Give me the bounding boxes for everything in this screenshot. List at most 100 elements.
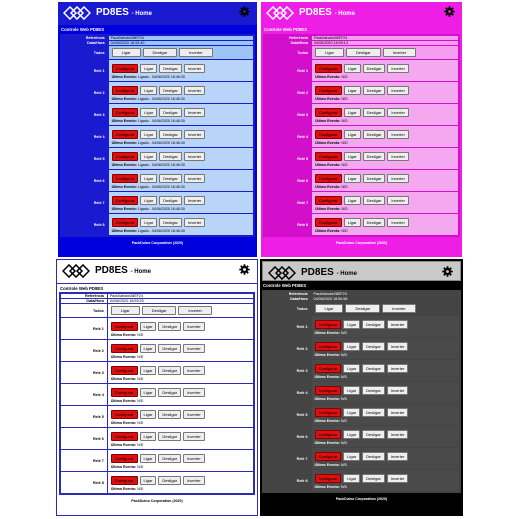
ligar-button[interactable]: Ligar bbox=[139, 409, 157, 419]
configurar-button[interactable]: Configurar bbox=[110, 453, 138, 463]
ligar-button[interactable]: Ligar bbox=[343, 63, 361, 73]
ligar-button[interactable]: Ligar bbox=[343, 107, 361, 117]
desligar-button[interactable]: Desligar bbox=[362, 407, 385, 417]
configurar-button[interactable]: Configurar bbox=[314, 319, 342, 329]
configurar-button[interactable]: Configurar bbox=[315, 151, 342, 161]
configurar-button[interactable]: Configurar bbox=[111, 129, 139, 139]
desligar-button[interactable]: Desligar bbox=[362, 173, 386, 183]
configurar-button[interactable]: Configurar bbox=[110, 387, 138, 397]
inverter-button[interactable]: Inverter bbox=[386, 341, 409, 351]
inverter-button[interactable]: Inverter bbox=[183, 85, 206, 95]
inverter-button[interactable]: Inverter bbox=[387, 129, 409, 139]
configurar-button[interactable]: Configurar bbox=[111, 85, 139, 95]
ligar-button[interactable]: Ligar bbox=[140, 129, 158, 139]
desligar-button[interactable]: Desligar bbox=[362, 385, 385, 395]
todos-ligar-button[interactable]: Ligar bbox=[111, 48, 141, 57]
inverter-button[interactable]: Inverter bbox=[387, 217, 409, 227]
todos-inverter-button[interactable]: Inverter bbox=[382, 48, 417, 57]
configurar-button[interactable]: Configurar bbox=[110, 475, 138, 485]
ligar-button[interactable]: Ligar bbox=[343, 341, 361, 351]
inverter-button[interactable]: Inverter bbox=[183, 343, 205, 353]
todos-ligar-button[interactable]: Ligar bbox=[110, 306, 140, 315]
inverter-button[interactable]: Inverter bbox=[183, 173, 206, 183]
configurar-button[interactable]: Configurar bbox=[314, 341, 342, 351]
configurar-button[interactable]: Configurar bbox=[110, 431, 138, 441]
todos-desligar-button[interactable]: Desligar bbox=[345, 304, 381, 313]
desligar-button[interactable]: Desligar bbox=[158, 409, 182, 419]
configurar-button[interactable]: Configurar bbox=[111, 195, 139, 205]
inverter-button[interactable]: Inverter bbox=[183, 365, 205, 375]
configurar-button[interactable]: Configurar bbox=[111, 217, 139, 227]
desligar-button[interactable]: Desligar bbox=[362, 217, 386, 227]
inverter-button[interactable]: Inverter bbox=[183, 129, 206, 139]
desligar-button[interactable]: Desligar bbox=[158, 431, 182, 441]
desligar-button[interactable]: Desligar bbox=[362, 85, 386, 95]
ligar-button[interactable]: Ligar bbox=[140, 151, 158, 161]
configurar-button[interactable]: Configurar bbox=[314, 363, 342, 373]
inverter-button[interactable]: Inverter bbox=[183, 195, 206, 205]
ligar-button[interactable]: Ligar bbox=[343, 363, 361, 373]
inverter-button[interactable]: Inverter bbox=[386, 319, 409, 329]
ligar-button[interactable]: Ligar bbox=[343, 319, 361, 329]
desligar-button[interactable]: Desligar bbox=[159, 85, 182, 95]
configurar-button[interactable]: Configurar bbox=[314, 451, 342, 461]
configurar-button[interactable]: Configurar bbox=[315, 195, 342, 205]
inverter-button[interactable]: Inverter bbox=[183, 151, 206, 161]
ligar-button[interactable]: Ligar bbox=[140, 173, 158, 183]
todos-ligar-button[interactable]: Ligar bbox=[315, 48, 344, 57]
configurar-button[interactable]: Configurar bbox=[110, 409, 138, 419]
ligar-button[interactable]: Ligar bbox=[139, 453, 157, 463]
inverter-button[interactable]: Inverter bbox=[386, 451, 409, 461]
configurar-button[interactable]: Configurar bbox=[111, 107, 139, 117]
inverter-button[interactable]: Inverter bbox=[387, 63, 409, 73]
desligar-button[interactable]: Desligar bbox=[362, 107, 386, 117]
inverter-button[interactable]: Inverter bbox=[386, 473, 409, 483]
ligar-button[interactable]: Ligar bbox=[140, 85, 158, 95]
inverter-button[interactable]: Inverter bbox=[387, 173, 409, 183]
desligar-button[interactable]: Desligar bbox=[158, 343, 182, 353]
inverter-button[interactable]: Inverter bbox=[183, 453, 205, 463]
ligar-button[interactable]: Ligar bbox=[343, 151, 361, 161]
configurar-button[interactable]: Configurar bbox=[110, 365, 138, 375]
ligar-button[interactable]: Ligar bbox=[343, 385, 361, 395]
configurar-button[interactable]: Configurar bbox=[315, 217, 342, 227]
configurar-button[interactable]: Configurar bbox=[314, 385, 342, 395]
ligar-button[interactable]: Ligar bbox=[343, 429, 361, 439]
desligar-button[interactable]: Desligar bbox=[159, 151, 182, 161]
configurar-button[interactable]: Configurar bbox=[315, 129, 342, 139]
todos-desligar-button[interactable]: Desligar bbox=[345, 48, 381, 57]
todos-desligar-button[interactable]: Desligar bbox=[141, 306, 177, 315]
ligar-button[interactable]: Ligar bbox=[140, 217, 158, 227]
inverter-button[interactable]: Inverter bbox=[386, 363, 409, 373]
inverter-button[interactable]: Inverter bbox=[386, 429, 409, 439]
configurar-button[interactable]: Configurar bbox=[314, 473, 342, 483]
desligar-button[interactable]: Desligar bbox=[158, 475, 182, 485]
inverter-button[interactable]: Inverter bbox=[386, 407, 409, 417]
ligar-button[interactable]: Ligar bbox=[140, 63, 158, 73]
inverter-button[interactable]: Inverter bbox=[183, 217, 206, 227]
inverter-button[interactable]: Inverter bbox=[387, 151, 409, 161]
configurar-button[interactable]: Configurar bbox=[315, 63, 342, 73]
desligar-button[interactable]: Desligar bbox=[362, 319, 385, 329]
settings-gear-icon[interactable] bbox=[239, 6, 250, 17]
inverter-button[interactable]: Inverter bbox=[387, 85, 409, 95]
ligar-button[interactable]: Ligar bbox=[139, 365, 157, 375]
todos-inverter-button[interactable]: Inverter bbox=[179, 48, 213, 57]
todos-desligar-button[interactable]: Desligar bbox=[142, 48, 178, 57]
ligar-button[interactable]: Ligar bbox=[343, 85, 361, 95]
inverter-button[interactable]: Inverter bbox=[183, 63, 206, 73]
desligar-button[interactable]: Desligar bbox=[362, 195, 386, 205]
desligar-button[interactable]: Desligar bbox=[158, 365, 182, 375]
ligar-button[interactable]: Ligar bbox=[139, 431, 157, 441]
inverter-button[interactable]: Inverter bbox=[183, 107, 206, 117]
desligar-button[interactable]: Desligar bbox=[362, 451, 385, 461]
ligar-button[interactable]: Ligar bbox=[139, 343, 157, 353]
ligar-button[interactable]: Ligar bbox=[343, 451, 361, 461]
settings-gear-icon[interactable] bbox=[444, 6, 455, 17]
ligar-button[interactable]: Ligar bbox=[139, 387, 157, 397]
desligar-button[interactable]: Desligar bbox=[159, 107, 182, 117]
configurar-button[interactable]: Configurar bbox=[315, 173, 342, 183]
configurar-button[interactable]: Configurar bbox=[314, 407, 342, 417]
desligar-button[interactable]: Desligar bbox=[362, 129, 386, 139]
desligar-button[interactable]: Desligar bbox=[158, 453, 182, 463]
